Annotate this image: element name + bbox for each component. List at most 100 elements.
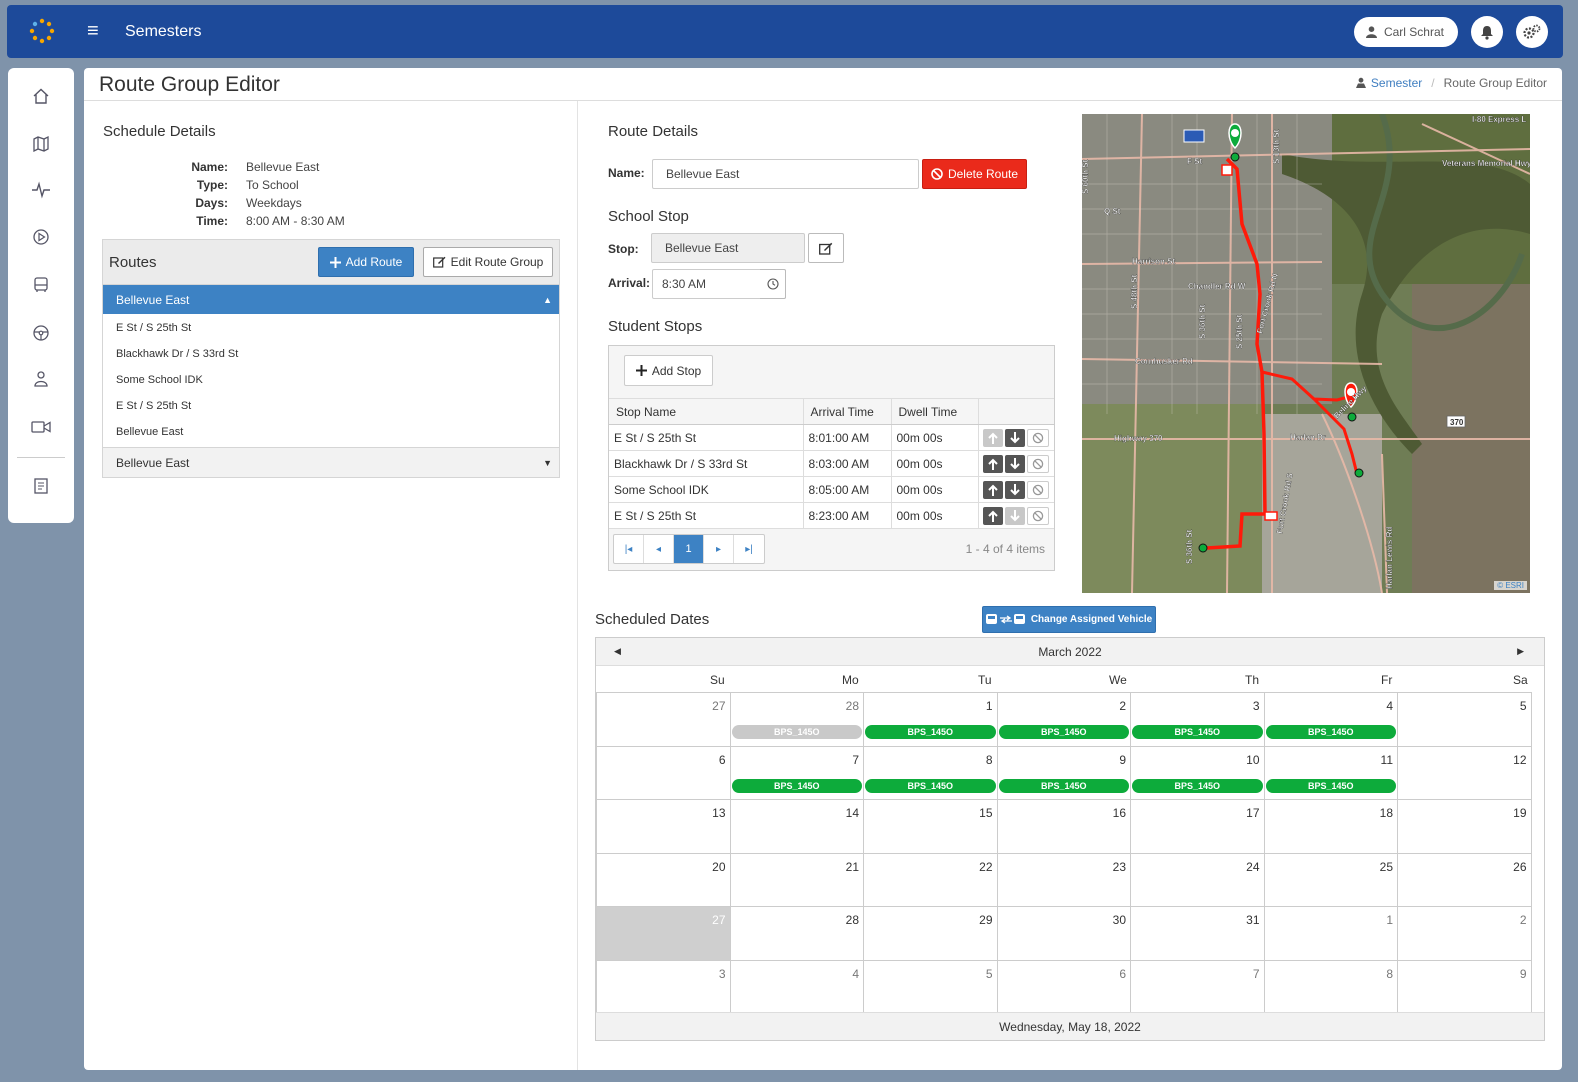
vehicle-event-badge[interactable]: BPS_145O (1132, 778, 1263, 793)
calendar-day-cell[interactable]: 7 BPS_145O (729, 745, 864, 800)
calendar-day-cell[interactable]: 30 (996, 906, 1131, 961)
calendar-day-cell[interactable]: 10 BPS_145O (1130, 745, 1265, 800)
table-row[interactable]: Blackhawk Dr / S 33rd St 8:03:00 AM 00m 00… (609, 450, 1054, 477)
vehicle-event-badge[interactable]: BPS_145O (1265, 725, 1396, 739)
vehicle-event-badge[interactable]: BPS_145O (731, 778, 862, 793)
calendar-day-cell[interactable]: 4 (729, 959, 864, 1014)
calendar-day-cell[interactable]: 27 (596, 906, 731, 961)
route-stop-item[interactable]: E St / S 25th St (103, 393, 559, 419)
notifications-button[interactable] (1471, 16, 1503, 48)
calendar-day-cell[interactable]: 15 (863, 799, 998, 854)
calendar-day-cell[interactable]: 18 (1263, 799, 1398, 854)
remove-stop-button[interactable] (1026, 480, 1049, 499)
arrival-time-picker-button[interactable] (760, 269, 786, 299)
vehicle-event-badge[interactable]: BPS_145O (731, 725, 862, 739)
sidebar-item-drivers[interactable] (29, 321, 53, 345)
remove-stop-button[interactable] (1026, 506, 1049, 525)
add-stop-button[interactable]: Add Stop (624, 355, 713, 386)
calendar-day-cell[interactable]: 5 (863, 959, 998, 1014)
move-up-button[interactable] (982, 428, 1003, 447)
next-month-icon[interactable]: ▶ (1517, 646, 1524, 657)
route-map[interactable]: I-80 Express L F St Q St S 60th St Harri… (1082, 114, 1530, 593)
column-header-arrival-time[interactable]: Arrival Time (803, 398, 892, 425)
calendar-day-cell[interactable]: 22 (863, 852, 998, 907)
move-down-button[interactable] (1004, 506, 1025, 525)
calendar-day-cell[interactable]: 3 (596, 959, 731, 1014)
calendar-day-cell[interactable]: 21 (729, 852, 864, 907)
next-page-button[interactable]: ▸ (704, 535, 734, 563)
breadcrumb-semester-link[interactable]: Semester (1371, 76, 1422, 90)
route-stop-item[interactable]: Some School IDK (103, 367, 559, 393)
column-header-dwell-time[interactable]: Dwell Time (891, 398, 979, 425)
calendar-day-cell[interactable]: 26 (1397, 852, 1532, 907)
remove-stop-button[interactable] (1026, 428, 1049, 447)
table-row[interactable]: E St / S 25th St 8:01:00 AM 00m 00s (609, 424, 1054, 451)
calendar-day-cell[interactable]: 8 BPS_145O (863, 745, 998, 800)
calendar-day-cell[interactable]: 29 (863, 906, 998, 961)
vehicle-event-badge[interactable]: BPS_145O (865, 725, 996, 739)
route-stop-item[interactable]: Blackhawk Dr / S 33rd St (103, 341, 559, 367)
vehicle-event-badge[interactable]: BPS_145O (1132, 725, 1263, 739)
first-page-button[interactable]: |◂ (614, 535, 644, 563)
calendar-day-cell[interactable]: 14 (729, 799, 864, 854)
calendar-day-cell[interactable]: 6 (596, 745, 731, 800)
sidebar-item-playback[interactable] (29, 225, 53, 249)
calendar-day-cell[interactable]: 23 (996, 852, 1131, 907)
calendar-day-cell[interactable]: 8 (1263, 959, 1398, 1014)
school-stop-input[interactable]: Bellevue East (651, 233, 805, 263)
vehicle-event-badge[interactable]: BPS_145O (1265, 778, 1396, 793)
map-attribution[interactable]: © ESRI (1494, 581, 1527, 590)
calendar-day-cell[interactable]: 4 BPS_145O (1263, 692, 1398, 747)
calendar-day-cell[interactable]: 11 BPS_145O (1263, 745, 1398, 800)
calendar-day-cell[interactable]: 2 (1397, 906, 1532, 961)
route-stop-item[interactable]: E St / S 25th St (103, 315, 559, 341)
calendar-day-cell[interactable]: 12 (1397, 745, 1532, 800)
settings-button[interactable] (1516, 16, 1548, 48)
hamburger-menu-icon[interactable]: ≡ (87, 21, 99, 41)
move-up-button[interactable] (982, 506, 1003, 525)
edit-route-group-button[interactable]: Edit Route Group (423, 247, 553, 277)
delete-route-button[interactable]: Delete Route (922, 159, 1027, 189)
calendar-day-cell[interactable]: 20 (596, 852, 731, 907)
calendar-day-cell[interactable]: 31 (1130, 906, 1265, 961)
app-logo-icon[interactable] (29, 18, 55, 44)
calendar-day-cell[interactable]: 28 (729, 906, 864, 961)
sidebar-item-video[interactable] (29, 415, 53, 439)
route-name-input[interactable]: Bellevue East (652, 159, 919, 189)
calendar-day-cell[interactable]: 13 (596, 799, 731, 854)
calendar-day-cell[interactable]: 1 BPS_145O (863, 692, 998, 747)
table-row[interactable]: E St / S 25th St 8:23:00 AM 00m 00s (609, 502, 1054, 529)
calendar-day-cell[interactable]: 28 BPS_145O (729, 692, 864, 747)
add-route-button[interactable]: Add Route (318, 247, 414, 277)
calendar-day-cell[interactable]: 1 (1263, 906, 1398, 961)
sidebar-item-vehicles[interactable] (29, 273, 53, 297)
user-menu-button[interactable]: Carl Schrat (1353, 17, 1458, 47)
sidebar-item-map[interactable] (29, 131, 53, 155)
sidebar-item-home[interactable] (29, 84, 53, 108)
last-page-button[interactable]: ▸| (734, 535, 764, 563)
current-page-button[interactable]: 1 (674, 535, 704, 563)
calendar-day-cell[interactable]: 16 (996, 799, 1131, 854)
calendar-day-cell[interactable]: 27 (596, 692, 731, 747)
remove-stop-button[interactable] (1026, 454, 1049, 473)
vehicle-event-badge[interactable]: BPS_145O (998, 725, 1129, 739)
change-assigned-vehicle-button[interactable]: Change Assigned Vehicle (982, 606, 1156, 633)
route-item-active[interactable]: Bellevue East ▲ (103, 285, 559, 314)
move-up-button[interactable] (982, 454, 1003, 473)
calendar-day-cell[interactable]: 9 (1397, 959, 1532, 1014)
calendar-day-cell[interactable]: 17 (1130, 799, 1265, 854)
calendar-month-label[interactable]: March 2022 (596, 645, 1544, 659)
sidebar-item-reports[interactable] (29, 474, 53, 498)
calendar-day-cell[interactable]: 9 BPS_145O (996, 745, 1131, 800)
calendar-today-footer[interactable]: Wednesday, May 18, 2022 (596, 1012, 1544, 1040)
vehicle-event-badge[interactable]: BPS_145O (998, 778, 1129, 793)
previous-page-button[interactable]: ◂ (644, 535, 674, 563)
move-down-button[interactable] (1004, 428, 1025, 447)
vehicle-event-badge[interactable]: BPS_145O (865, 778, 996, 793)
calendar-day-cell[interactable]: 24 (1130, 852, 1265, 907)
sidebar-item-students[interactable] (29, 367, 53, 391)
sidebar-item-activity[interactable] (29, 178, 53, 202)
calendar-day-cell[interactable]: 25 (1263, 852, 1398, 907)
calendar-day-cell[interactable]: 2 BPS_145O (996, 692, 1131, 747)
edit-school-stop-button[interactable] (808, 233, 844, 263)
